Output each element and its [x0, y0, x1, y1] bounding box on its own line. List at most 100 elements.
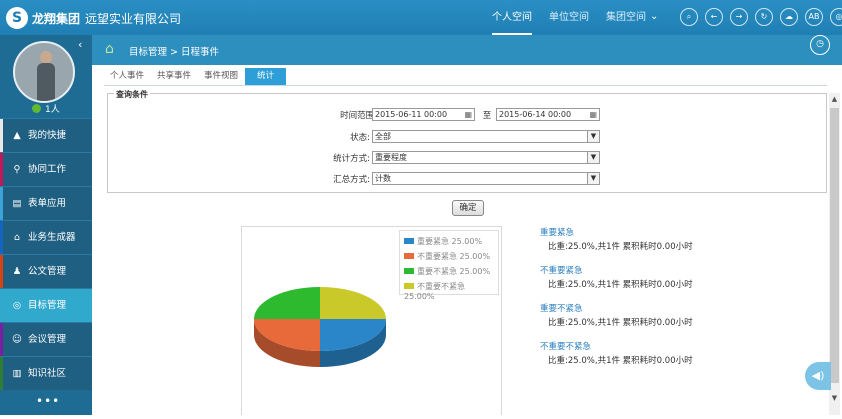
stat-category: 不重要紧急 — [540, 266, 583, 276]
company-name: 远望实业有限公司 — [85, 12, 182, 26]
sidebar-item-documents[interactable]: ♟ 公文管理 — [0, 254, 92, 288]
home-icon: ⌂ — [13, 232, 21, 243]
stats-list: 重要紧急 比重:25.0%,共1件 累积耗时0.00小时 不重要紧急 比重:25… — [540, 226, 740, 378]
sidebar-item-label: 表单应用 — [28, 198, 67, 209]
sidebar-item-label: 目标管理 — [28, 300, 67, 311]
scroll-thumb[interactable] — [830, 108, 839, 383]
online-dot-icon — [32, 104, 41, 113]
sidebar-menu: ▲ 我的快捷 ⚲ 协同工作 ▤ 表单应用 ⌂ 业务生成器 ♟ 公文管理 ◎ 目标管理 ☺ 会议… — [0, 118, 92, 390]
title-bar: ⌂ 目标管理 > 日程事件 ◷ — [92, 35, 842, 65]
sidebar-item-label: 会议管理 — [28, 334, 67, 345]
legend-item: 重要紧急 25.00% — [404, 236, 482, 247]
avatar[interactable] — [13, 41, 75, 103]
stat-category: 重要不紧急 — [540, 304, 583, 314]
settings-icon[interactable]: ◎ — [830, 8, 842, 26]
collapse-sidebar-icon[interactable]: ‹ — [78, 38, 82, 51]
sidebar-item-label: 我的快捷 — [28, 130, 67, 141]
scroll-down-icon[interactable]: ▼ — [829, 394, 840, 402]
back-icon[interactable]: ← — [705, 8, 723, 26]
scroll-up-icon[interactable]: ▲ — [829, 95, 840, 103]
stat-method-select[interactable]: 重要程度 ▼ — [372, 151, 600, 164]
nav-personal-space[interactable]: 个人空间 — [492, 0, 532, 35]
sidebar-item-business-generator[interactable]: ⌂ 业务生成器 — [0, 220, 92, 254]
stat-category: 重要紧急 — [540, 228, 575, 238]
legend-swatch — [404, 253, 414, 259]
status-label: 状态: — [350, 133, 370, 143]
triangle-icon: ▲ — [13, 130, 21, 141]
pie-slice-3[interactable] — [320, 287, 386, 319]
query-legend: 查询条件 — [114, 89, 150, 100]
summary-method-select[interactable]: 计数 ▼ — [372, 172, 600, 185]
calendar-icon[interactable]: ▦ — [589, 109, 597, 120]
dropdown-arrow-icon[interactable]: ▼ — [587, 173, 599, 184]
sidebar: ‹ 1人 ▲ 我的快捷 ⚲ 协同工作 ▤ 表单应用 ⌂ 业务生成器 ♟ 公文管理 ◎ 目标管… — [0, 35, 92, 415]
stat-detail: 比重:25.0%,共1件 累积耗时0.00小时 — [548, 280, 693, 290]
start-date-input[interactable]: 2015-06-11 00:00 ▦ — [372, 108, 475, 121]
dropdown-arrow-icon[interactable]: ▼ — [587, 152, 599, 163]
status-select[interactable]: 全部 ▼ — [372, 130, 600, 143]
range-to-label: 至 — [482, 111, 492, 121]
cloud-icon[interactable]: ☁ — [780, 8, 798, 26]
nav-group-space[interactable]: 集团空间 — [606, 0, 646, 35]
chart-legend: 重要紧急 25.00% 不重要紧急 25.00% 重要不紧急 25.00% 不重… — [399, 230, 499, 301]
calendar-icon[interactable]: ▦ — [464, 109, 472, 120]
sidebar-item-label: 知识社区 — [28, 368, 67, 379]
status-value: 全部 — [375, 132, 391, 141]
forward-icon[interactable]: → — [730, 8, 748, 26]
legend-label: 不重要紧急 25.00% — [417, 252, 491, 261]
tab-statistics[interactable]: 统计 — [245, 68, 287, 85]
end-date-input[interactable]: 2015-06-14 00:00 ▦ — [496, 108, 600, 121]
confirm-button[interactable]: 确定 — [452, 200, 484, 216]
breadcrumb: 目标管理 > 日程事件 — [129, 47, 219, 58]
share-icon: ⚲ — [13, 164, 21, 175]
pie-slice-2[interactable] — [254, 287, 320, 319]
tab-bar: 个人事件 共享事件 事件视图 统计 — [104, 68, 287, 85]
tab-event-view[interactable]: 事件视图 — [198, 68, 244, 85]
start-date-value: 2015-06-11 00:00 — [375, 110, 448, 119]
summary-method-value: 计数 — [375, 174, 391, 183]
top-nav: 个人空间 单位空间 集团空间 — [492, 0, 663, 35]
sidebar-item-label: 业务生成器 — [28, 232, 76, 243]
brand-name: 龙翔集团 — [32, 12, 81, 26]
legend-item: 不重要紧急 25.00% — [404, 251, 490, 262]
refresh-icon[interactable]: ↻ — [755, 8, 773, 26]
legend-swatch — [404, 283, 414, 289]
sidebar-item-label: 公文管理 — [28, 266, 67, 277]
logo-icon: S — [6, 7, 28, 29]
dropdown-arrow-icon[interactable]: ▼ — [587, 131, 599, 142]
more-icon[interactable]: ••• — [36, 394, 60, 408]
search-icon[interactable]: ⌕ — [680, 8, 698, 26]
sidebar-item-my-shortcuts[interactable]: ▲ 我的快捷 — [0, 118, 92, 152]
stat-category: 不重要不紧急 — [540, 342, 592, 352]
meeting-icon: ☺ — [12, 334, 22, 345]
sidebar-item-label: 协同工作 — [28, 164, 67, 175]
legend-swatch — [404, 268, 414, 274]
online-count: 1人 — [45, 105, 60, 115]
stat-method-value: 重要程度 — [375, 153, 407, 162]
top-bar: S 龙翔集团 远望实业有限公司 个人空间 单位空间 集团空间 ⌄ ⌕ ← → ↻… — [0, 0, 842, 35]
tab-shared-events[interactable]: 共享事件 — [151, 68, 197, 85]
sidebar-item-forms[interactable]: ▤ 表单应用 — [0, 186, 92, 220]
book-icon: ▥ — [12, 368, 22, 379]
stat-detail: 比重:25.0%,共1件 累积耗时0.00小时 — [548, 242, 693, 252]
tab-divider — [104, 85, 827, 86]
summary-method-label: 汇总方式: — [333, 175, 370, 185]
time-range-label: 时间范围: — [340, 111, 377, 121]
speaker-icon[interactable]: ◀) — [805, 362, 831, 390]
nav-unit-space[interactable]: 单位空间 — [549, 0, 589, 35]
avatar-body — [37, 63, 55, 101]
stat-method-label: 统计方式: — [333, 154, 370, 164]
chevron-down-icon[interactable]: ⌄ — [650, 11, 658, 22]
home-icon[interactable]: ⌂ — [105, 41, 114, 57]
legend-swatch — [404, 238, 414, 244]
legend-item: 重要不紧急 25.00% — [404, 266, 490, 277]
clock-icon[interactable]: ◷ — [810, 35, 830, 55]
tab-personal-events[interactable]: 个人事件 — [104, 68, 150, 85]
ab-icon[interactable]: AB — [805, 8, 823, 26]
end-date-value: 2015-06-14 00:00 — [499, 110, 572, 119]
stat-detail: 比重:25.0%,共1件 累积耗时0.00小时 — [548, 356, 693, 366]
sidebar-item-meetings[interactable]: ☺ 会议管理 — [0, 322, 92, 356]
sidebar-item-collaboration[interactable]: ⚲ 协同工作 — [0, 152, 92, 186]
sidebar-item-goal-management[interactable]: ◎ 目标管理 — [0, 288, 92, 322]
sidebar-item-knowledge[interactable]: ▥ 知识社区 — [0, 356, 92, 390]
